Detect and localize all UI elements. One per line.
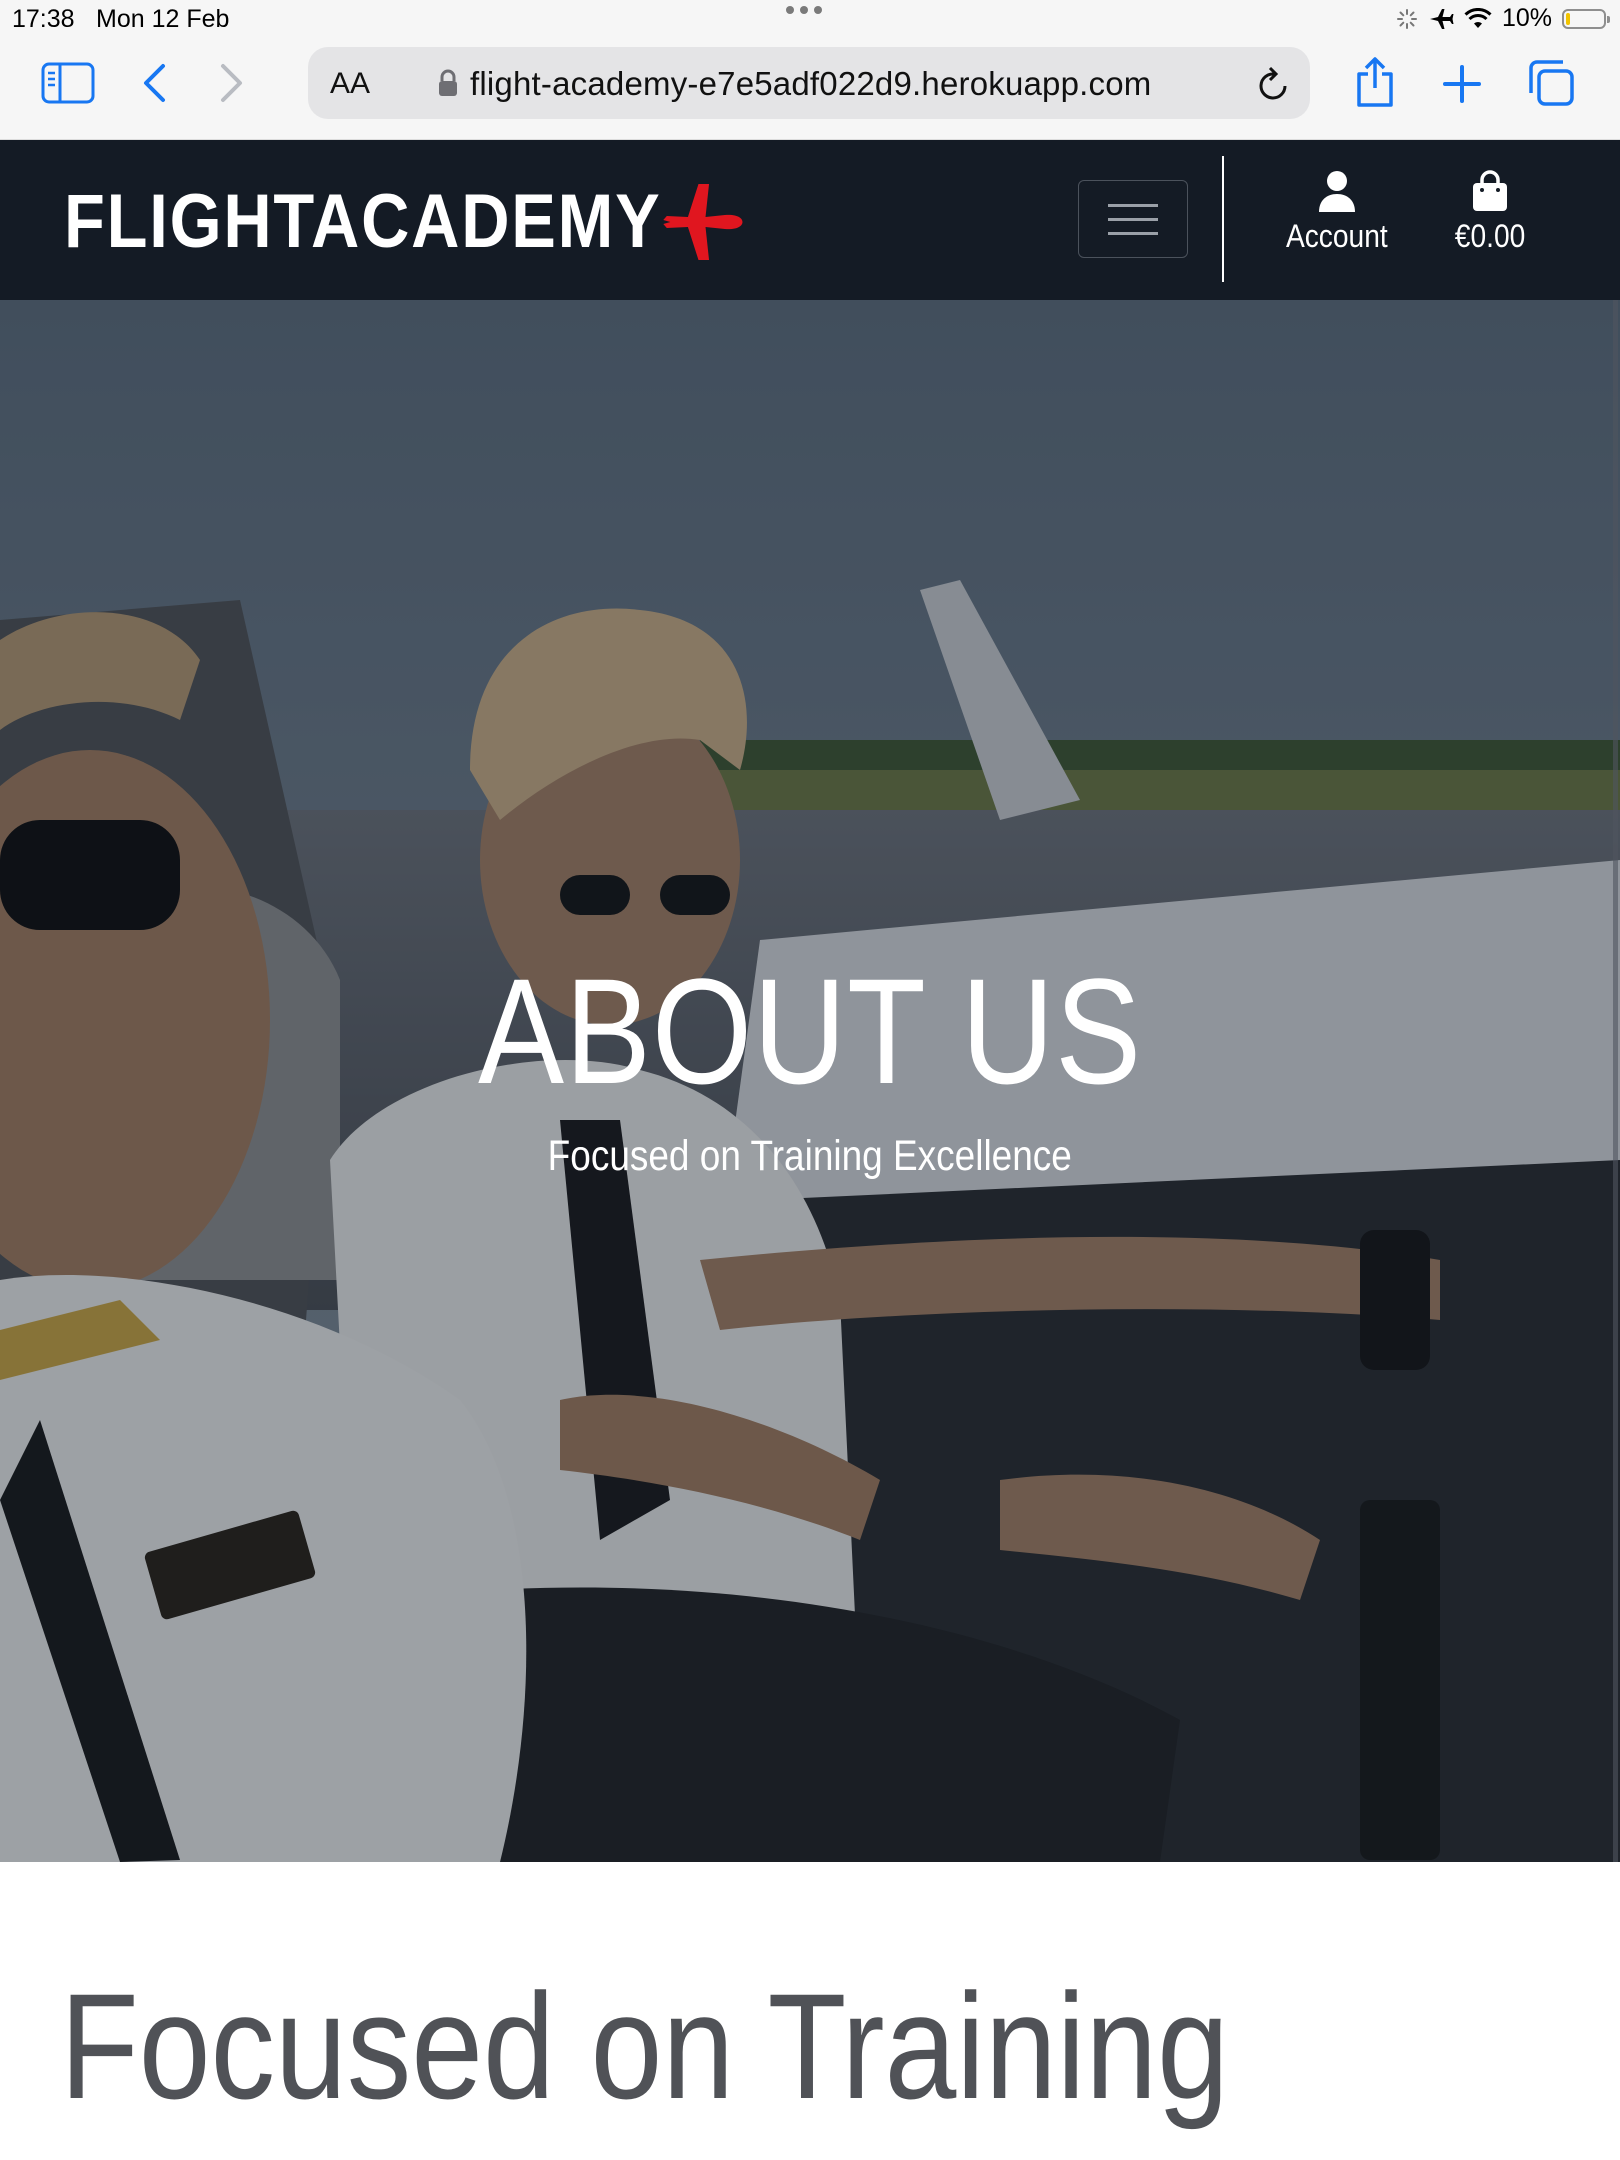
plane-logo-icon bbox=[663, 183, 743, 260]
url-text[interactable]: flight-academy-e7e5adf022d9.herokuapp.co… bbox=[470, 65, 1151, 103]
back-icon[interactable] bbox=[136, 60, 172, 106]
status-time: 17:38 bbox=[12, 5, 75, 33]
status-indicators: 10% bbox=[1396, 4, 1610, 33]
lock-icon bbox=[439, 69, 457, 96]
share-icon[interactable] bbox=[1352, 54, 1398, 110]
new-tab-icon[interactable] bbox=[1440, 62, 1484, 106]
page-scrollbar[interactable] bbox=[1613, 300, 1618, 1862]
user-icon bbox=[1319, 171, 1355, 212]
airplane-mode-icon bbox=[1429, 8, 1454, 29]
site-logo[interactable]: FLIGHTACADEMY bbox=[64, 178, 744, 265]
battery-icon bbox=[1562, 8, 1610, 29]
hero-banner: ABOUT US Focused on Training Excellence bbox=[0, 300, 1620, 1862]
activity-spinner-icon bbox=[1396, 8, 1417, 29]
reader-options-button[interactable]: AA bbox=[330, 67, 370, 101]
bag-total: €0.00 bbox=[1454, 218, 1526, 254]
multitasking-dots-icon[interactable] bbox=[786, 6, 822, 14]
shopping-bag-icon bbox=[1473, 170, 1507, 211]
forward-icon[interactable] bbox=[214, 60, 250, 106]
reload-icon[interactable] bbox=[1256, 65, 1292, 103]
account-label: Account bbox=[1286, 218, 1388, 254]
browser-toolbar: AA flight-academy-e7e5adf022d9.herokuapp… bbox=[0, 40, 1620, 140]
hero-title: ABOUT US bbox=[478, 947, 1142, 1115]
site-navbar: FLIGHTACADEMY Account €0.00 bbox=[0, 140, 1620, 300]
battery-percent: 10% bbox=[1501, 4, 1552, 32]
menu-toggle-button[interactable] bbox=[1078, 180, 1188, 258]
status-bar: 17:38 Mon 12 Feb 10% bbox=[0, 0, 1620, 40]
wifi-icon bbox=[1464, 7, 1492, 28]
account-link[interactable]: Account bbox=[1270, 170, 1404, 255]
nav-divider bbox=[1222, 156, 1224, 282]
tabs-icon[interactable] bbox=[1526, 58, 1576, 108]
section-heading: Focused on Training bbox=[60, 1962, 1229, 2130]
hero-subtitle: Focused on Training Excellence bbox=[547, 1132, 1073, 1180]
shopping-bag-link[interactable]: €0.00 bbox=[1438, 170, 1542, 255]
sidebar-icon[interactable] bbox=[40, 60, 96, 106]
status-date: Mon 12 Feb bbox=[96, 5, 230, 33]
address-bar[interactable]: AA flight-academy-e7e5adf022d9.herokuapp… bbox=[308, 47, 1310, 119]
logo-text: FLIGHTACADEMY bbox=[64, 179, 662, 264]
